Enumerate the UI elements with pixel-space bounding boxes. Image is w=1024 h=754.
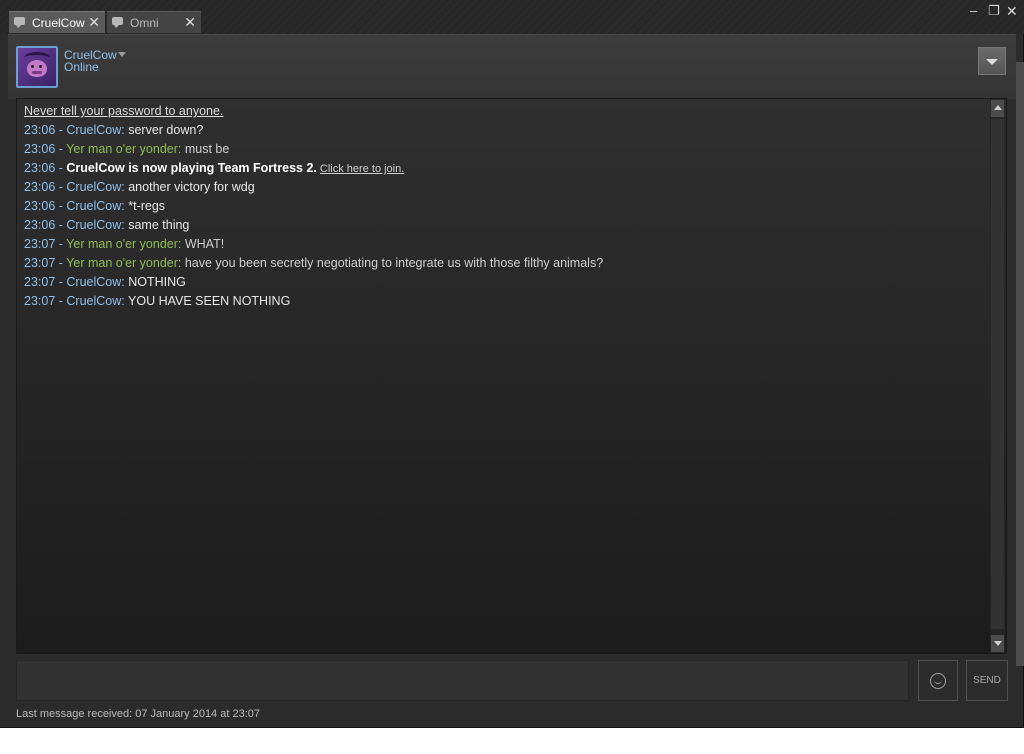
tab-omni[interactable]: Omni ✕ <box>107 11 201 33</box>
message-text: same thing <box>128 218 190 232</box>
chat-message: 23:07 - Yer man o'er yonder: WHAT! <box>24 235 603 254</box>
emoticon-button[interactable] <box>918 660 958 701</box>
window-resize-edge <box>1016 62 1024 666</box>
chat-message: 23:07 - CruelCow: NOTHING <box>24 273 603 292</box>
message-timestamp: 23:06 - <box>24 199 67 213</box>
close-icon[interactable]: ✕ <box>1006 4 1018 18</box>
security-warning: Never tell your password to anyone. <box>24 104 224 118</box>
message-sender: Yer man o'er yonder <box>66 142 178 156</box>
message-timestamp: 23:06 - <box>24 161 67 175</box>
scroll-thumb[interactable] <box>991 119 1004 629</box>
chat-message: 23:06 - CruelCow: server down? <box>24 121 603 140</box>
chat-message: 23:06 - CruelCow: another victory for wd… <box>24 178 603 197</box>
chat-lines: Never tell your password to anyone. 23:0… <box>24 102 603 311</box>
message-timestamp: 23:07 - <box>24 237 67 251</box>
scroll-down-icon[interactable] <box>991 635 1004 652</box>
game-notification: CruelCow is now playing Team Fortress 2. <box>66 161 317 175</box>
chat-bubble-icon <box>112 17 123 28</box>
join-game-link[interactable]: Click here to join. <box>320 163 404 175</box>
message-text: have you been secretly negotiating to in… <box>184 256 604 270</box>
message-timestamp: 23:06 - <box>24 123 67 137</box>
message-text: YOU HAVE SEEN NOTHING <box>128 294 291 308</box>
message-text: server down? <box>128 123 204 137</box>
chat-message: 23:06 - Yer man o'er yonder: must be <box>24 140 603 159</box>
maximize-icon[interactable]: ❐ <box>988 4 1000 18</box>
message-input[interactable] <box>16 660 909 701</box>
chevron-down-icon[interactable] <box>118 52 126 57</box>
last-message-status: Last message received: 07 January 2014 a… <box>16 708 260 720</box>
send-button[interactable]: SEND <box>966 660 1008 701</box>
minimize-icon[interactable]: – <box>970 4 977 18</box>
sender-separator: : <box>121 294 129 308</box>
chevron-down-icon <box>986 59 998 65</box>
message-timestamp: 23:06 - <box>24 218 67 232</box>
chat-log: Never tell your password to anyone. 23:0… <box>16 98 1007 654</box>
message-timestamp: 23:07 - <box>24 256 67 270</box>
chat-bubble-icon <box>14 17 25 28</box>
avatar[interactable] <box>16 46 58 88</box>
chat-message: 23:06 - CruelCow is now playing Team For… <box>24 159 603 178</box>
chat-message: 23:07 - CruelCow: YOU HAVE SEEN NOTHING <box>24 292 603 311</box>
sender-separator: : <box>177 142 185 156</box>
tab-cruelcow[interactable]: CruelCow ✕ <box>9 11 105 33</box>
message-text: another victory for wdg <box>128 180 255 194</box>
message-text: must be <box>184 142 230 156</box>
message-sender: CruelCow <box>66 218 122 232</box>
chat-message: 23:07 - Yer man o'er yonder: have you be… <box>24 254 603 273</box>
message-sender: CruelCow <box>66 199 122 213</box>
message-timestamp: 23:07 - <box>24 275 67 289</box>
message-text: *t-regs <box>128 199 166 213</box>
message-sender: Yer man o'er yonder <box>66 237 178 251</box>
chat-header: CruelCow Online <box>8 34 1016 99</box>
tab-close-icon[interactable]: ✕ <box>184 14 196 31</box>
message-timestamp: 23:06 - <box>24 142 67 156</box>
message-sender: CruelCow <box>66 123 122 137</box>
smiley-icon <box>930 673 946 689</box>
scroll-up-icon[interactable] <box>991 100 1004 117</box>
chat-message: 23:06 - CruelCow: same thing <box>24 216 603 235</box>
tab-label: Omni <box>130 16 159 30</box>
chat-message: 23:06 - CruelCow: *t-regs <box>24 197 603 216</box>
message-sender: CruelCow <box>66 180 122 194</box>
message-sender: CruelCow <box>66 275 122 289</box>
chat-scrollbar[interactable] <box>990 99 1005 653</box>
message-sender: Yer man o'er yonder <box>66 256 178 270</box>
tab-close-icon[interactable]: ✕ <box>88 14 100 31</box>
friend-status: Online <box>64 60 99 74</box>
options-dropdown-button[interactable] <box>978 47 1006 75</box>
sender-separator: : <box>177 256 185 270</box>
avatar-face <box>27 60 47 77</box>
tab-label: CruelCow <box>32 16 85 30</box>
chat-window: CruelCow ✕ Omni ✕ – ❐ ✕ CruelCow Online … <box>0 0 1024 728</box>
title-bar: CruelCow ✕ Omni ✕ – ❐ ✕ <box>0 0 1024 34</box>
message-text: WHAT! <box>184 237 225 251</box>
sender-separator: : <box>177 237 185 251</box>
message-timestamp: 23:06 - <box>24 180 67 194</box>
message-sender: CruelCow <box>66 294 122 308</box>
message-text: NOTHING <box>128 275 186 289</box>
message-timestamp: 23:07 - <box>24 294 67 308</box>
